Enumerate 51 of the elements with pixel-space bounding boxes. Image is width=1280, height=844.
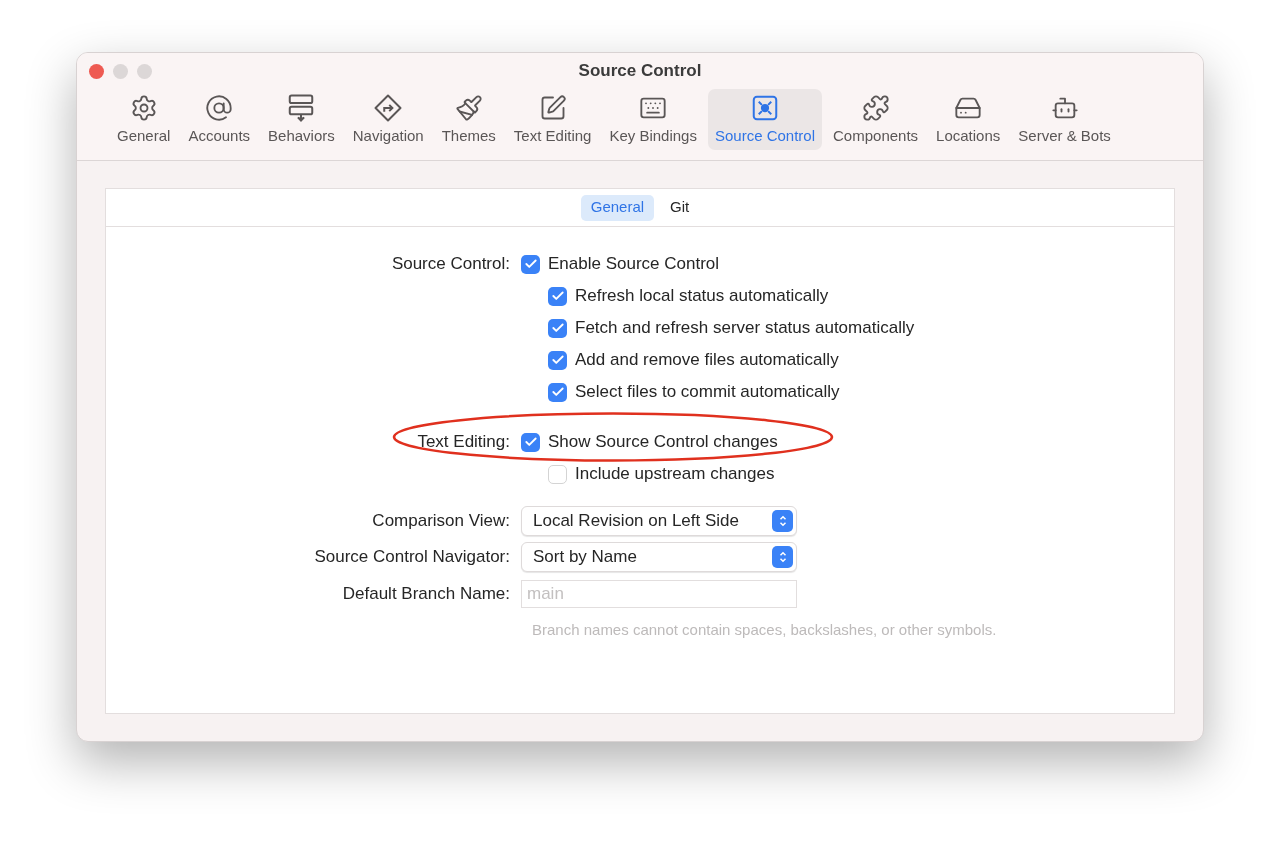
checkbox-label: Add and remove files automatically (575, 349, 839, 372)
diamond-arrow-icon (373, 93, 404, 123)
checkbox-label: Show Source Control changes (548, 431, 778, 454)
input-field[interactable]: main (521, 580, 797, 608)
hint-text: Branch names cannot contain spaces, backslashes, or other symbols. (532, 621, 997, 638)
toolbar-tab[interactable]: Navigation (345, 89, 431, 150)
checkbox-label: Fetch and refresh server status automatically (575, 317, 915, 340)
toolbar-tab[interactable]: Server & Bots (1011, 89, 1118, 150)
close-button[interactable] (89, 64, 104, 79)
field-label: Comparison View: (372, 511, 510, 531)
checkbox[interactable] (548, 464, 567, 484)
checkbox-label: Enable Source Control (548, 253, 720, 276)
toolbar-tab[interactable]: Text Editing (506, 89, 599, 150)
checkbox-label: Refresh local status automatically (575, 285, 829, 308)
checkbox-label: Include upstream changes (575, 463, 775, 486)
source-control-icon (750, 93, 780, 123)
popup-menu[interactable]: Sort by Name (521, 542, 797, 572)
toolbar-tab[interactable]: Components (826, 89, 926, 150)
field-label: Source Control Navigator: (314, 547, 510, 567)
checkmark-icon (523, 435, 538, 449)
checkmark-icon (550, 321, 565, 335)
field-label: Text Editing: (417, 432, 510, 452)
checkbox[interactable] (548, 350, 567, 370)
checkmark-icon (550, 353, 565, 367)
toolbar-tab[interactable]: Locations (929, 89, 1008, 150)
checkbox[interactable] (548, 286, 567, 306)
paintbrush-icon (453, 93, 484, 123)
stepper-chevrons-icon (772, 546, 793, 568)
toolbar-tab[interactable]: Accounts (181, 89, 258, 150)
checkbox-label: Select files to commit automatically (575, 381, 840, 404)
checkmark-icon (550, 289, 565, 303)
window-title: Source Control (578, 60, 702, 83)
toolbar-tab[interactable]: Themes (434, 89, 503, 150)
popup-menu[interactable]: Local Revision on Left Side (521, 506, 797, 536)
checkmark-icon (550, 385, 565, 399)
segment-tab[interactable]: General (580, 194, 655, 221)
field-label: Default Branch Name: (342, 584, 510, 604)
toolbar-tab[interactable]: General (110, 89, 178, 150)
toolbar-tab[interactable]: Source Control (707, 89, 823, 150)
checkbox[interactable] (521, 432, 540, 452)
stepper-chevrons-icon (772, 510, 793, 532)
toolbar-tab[interactable]: Behaviors (261, 89, 342, 150)
checkmark-icon (523, 257, 538, 271)
segment-tab[interactable]: Git (660, 194, 700, 221)
checkbox[interactable] (548, 318, 567, 338)
at-sign-icon (204, 93, 235, 123)
checkbox[interactable] (548, 382, 567, 402)
field-label: Source Control: (391, 254, 510, 274)
checkbox[interactable] (521, 254, 540, 274)
toolbar-tab[interactable]: Key Bindings (602, 89, 704, 150)
puzzle-icon (860, 93, 891, 123)
